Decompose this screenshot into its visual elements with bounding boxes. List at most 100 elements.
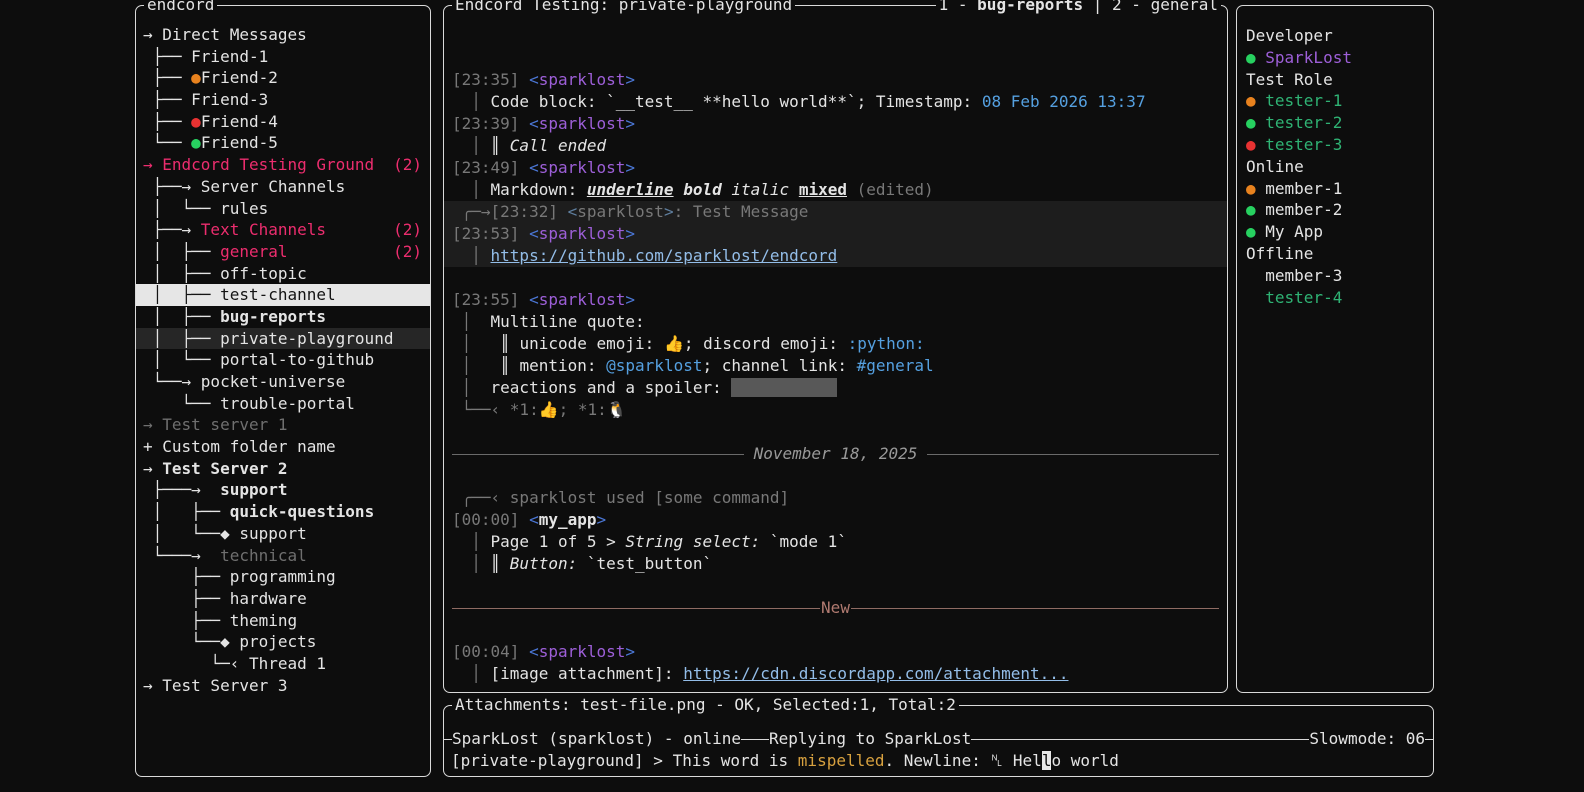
text: └── (143, 133, 191, 152)
text: │ └── rules (143, 199, 268, 218)
status-dot: ● (1246, 179, 1265, 198)
text: My App (1265, 222, 1323, 241)
panel-title: endcord (144, 0, 217, 16)
sidebar-item-pocket-universe[interactable]: └──→ pocket-universe (143, 371, 423, 393)
sidebar-item-direct-messages[interactable]: → Direct Messages (143, 24, 423, 46)
sidebar-item-programming[interactable]: ├── programming (143, 566, 423, 588)
sidebar-item-hardware[interactable]: ├── hardware (143, 588, 423, 610)
sidebar-item-support[interactable]: ├───→ support (143, 479, 423, 501)
sidebar-item-rules[interactable]: │ └── rules (143, 198, 423, 220)
text: → Test Server 3 (143, 676, 288, 695)
member-item-member-3[interactable]: member-3 (1246, 265, 1424, 287)
text: │ ├── private-playground (143, 329, 393, 348)
text: │ ├── (143, 307, 220, 326)
link[interactable]: https://github.com/sparklost/endcord (491, 246, 838, 265)
sidebar-item-off-topic[interactable]: │ ├── off-topic (143, 263, 423, 285)
divider-label: New (820, 597, 851, 619)
member-item-my-app[interactable]: ● My App (1246, 221, 1424, 243)
member-item-member-1[interactable]: ● member-1 (1246, 178, 1424, 200)
spoiler-block[interactable] (731, 378, 837, 397)
text: quick-questions (230, 502, 375, 521)
member-item-tester-2[interactable]: ● tester-2 (1246, 112, 1424, 134)
sidebar-item-friend-2[interactable]: ├── ●Friend-2 (143, 67, 423, 89)
text: sparklost (539, 70, 626, 89)
text: ║ (500, 334, 519, 353)
text: └──→ pocket-universe (143, 372, 345, 391)
sidebar-item-endcord-testing-ground[interactable]: → Endcord Testing Ground(2) (143, 154, 423, 176)
sidebar-item-technical[interactable]: └───→ technical (143, 545, 423, 567)
sidebar-item-test-channel[interactable]: │ ├── test-channel (136, 284, 430, 306)
text: < (529, 224, 539, 243)
text: └── trouble-portal (143, 394, 355, 413)
text: tester-1 (1265, 91, 1342, 110)
chat-line-mention-sparklost-channel-link-general: │ ║ mention: @sparklost; channel link: #… (452, 355, 1219, 377)
member-item-online[interactable]: Online (1246, 156, 1424, 178)
member-item-developer[interactable]: Developer (1246, 25, 1424, 47)
text: Code block: `__test__ **hello world**`; … (491, 92, 982, 111)
sidebar-item-portal-to-github[interactable]: │ └── portal-to-github (143, 349, 423, 371)
divider-line (452, 608, 820, 609)
text: underline (587, 180, 674, 199)
text: member-3 (1246, 266, 1342, 285)
sidebar-item-trouble-portal[interactable]: └── trouble-portal (143, 393, 423, 415)
text: sparklost (539, 114, 626, 133)
text: < (529, 158, 539, 177)
text (789, 180, 799, 199)
chat-line-00-00-my-app: [00:00] <my_app> (452, 509, 1219, 531)
sidebar-item-text-channels[interactable]: ├──→ Text Channels(2) (143, 219, 423, 241)
member-item-tester-1[interactable]: ● tester-1 (1246, 90, 1424, 112)
status-dot: ● (1246, 222, 1265, 241)
text: < (568, 202, 578, 221)
sidebar-item-quick-questions[interactable]: │ ├── quick-questions (143, 501, 423, 523)
status-dot: ● (1246, 91, 1265, 110)
sidebar-item-custom-folder-name[interactable]: + Custom folder name (143, 436, 423, 458)
sidebar-item-test-server-1[interactable]: → Test server 1 (143, 414, 423, 436)
sidebar-item-test-server-3[interactable]: → Test Server 3 (143, 675, 423, 697)
text: Friend-5 (201, 133, 278, 152)
member-item-sparklost[interactable]: ● SparkLost (1246, 47, 1424, 69)
chat-title: Endcord Testing: private-playground (452, 0, 795, 16)
text: └──‹ (452, 400, 510, 419)
sidebar-item-friend-4[interactable]: ├── ●Friend-4 (143, 111, 423, 133)
sidebar-item-private-playground[interactable]: │ ├── private-playground (136, 328, 430, 350)
text: ├── (143, 68, 191, 87)
member-item-member-2[interactable]: ● member-2 (1246, 199, 1424, 221)
member-item-tester-4[interactable]: tester-4 (1246, 287, 1424, 309)
sidebar-item-test-server-2[interactable]: → Test Server 2 (143, 458, 423, 480)
sidebar-item-bug-reports[interactable]: │ ├── bug-reports (143, 306, 423, 328)
chat-line-blank (452, 465, 1219, 487)
chat-tabs[interactable]: 1 - bug-reports | 2 - general (936, 0, 1221, 16)
link[interactable]: https://cdn.discordapp.com/attachment... (683, 664, 1068, 683)
sidebar-item-projects[interactable]: └──◆ projects (143, 631, 423, 653)
text: │ (452, 554, 491, 573)
text: Friend-2 (201, 68, 278, 87)
sidebar-item-friend-3[interactable]: ├── Friend-3 (143, 89, 423, 111)
member-item-test-role[interactable]: Test Role (1246, 69, 1424, 91)
sidebar-item-friend-1[interactable]: ├── Friend-1 (143, 46, 423, 68)
channel-tree-panel: endcord → Direct Messages ├── Friend-1 ├… (135, 5, 431, 777)
text: │ └──◆ support (143, 524, 307, 543)
sidebar-item-support[interactable]: │ └──◆ support (143, 523, 423, 545)
text: > (625, 224, 635, 243)
divider-line (851, 608, 1219, 609)
sidebar-item-friend-5[interactable]: └── ●Friend-5 (143, 132, 423, 154)
text: tester-3 (1265, 135, 1342, 154)
sidebar-item-thread-1[interactable]: └─‹ Thread 1 (143, 653, 423, 675)
text: @sparklost (606, 356, 702, 375)
status-dot: ● (1246, 48, 1265, 67)
member-list: Developer● SparkLostTest Role● tester-1●… (1237, 25, 1433, 308)
text: support (220, 480, 287, 499)
text: < (529, 114, 539, 133)
text: ; (559, 400, 578, 419)
sidebar-item-server-channels[interactable]: ├──→ Server Channels (143, 176, 423, 198)
sidebar-item-theming[interactable]: ├── theming (143, 610, 423, 632)
message-input[interactable]: [private-playground] > This word is misp… (444, 750, 1433, 772)
member-item-tester-3[interactable]: ● tester-3 (1246, 134, 1424, 156)
text: Offline (1246, 244, 1313, 263)
divider-line (741, 739, 769, 740)
text: general (220, 242, 287, 261)
sidebar-item-general[interactable]: │ ├── general(2) (143, 241, 423, 263)
member-item-offline[interactable]: Offline (1246, 243, 1424, 265)
chat-panel: Endcord Testing: private-playground 1 - … (443, 5, 1228, 693)
text: + Custom folder name (143, 437, 336, 456)
